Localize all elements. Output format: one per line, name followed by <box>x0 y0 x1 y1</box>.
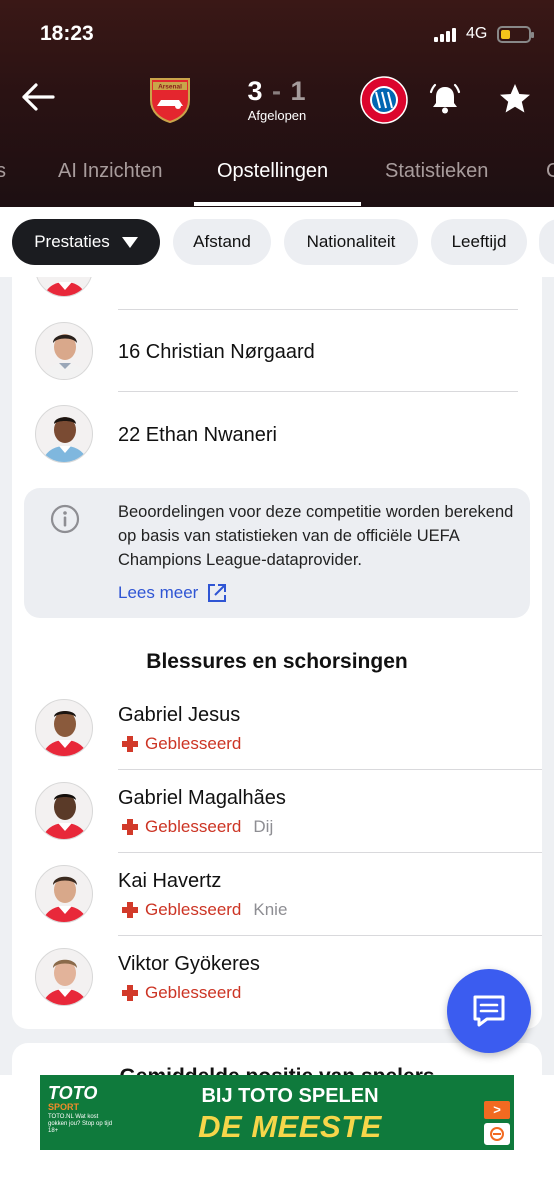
status-bar: 18:23 4G <box>0 20 554 50</box>
filter-more[interactable] <box>539 219 554 265</box>
info-text: Beoordelingen voor deze competitie worde… <box>118 503 514 569</box>
divider <box>118 935 542 936</box>
info-icon <box>50 504 80 534</box>
player-name: 22 Ethan Nwaneri <box>118 424 277 446</box>
player-name: Gabriel Jesus <box>118 704 241 726</box>
arsenal-crest-icon[interactable]: Arsenal <box>148 76 192 124</box>
tab-previous[interactable]: s <box>0 160 6 183</box>
filter-chips: Prestaties Afstand Nationaliteit Leeftij… <box>0 207 554 277</box>
injury-status: Geblesseerd <box>145 734 242 753</box>
medical-cross-icon <box>122 902 138 918</box>
avatar <box>35 782 93 840</box>
signal-icon <box>434 28 456 42</box>
avatar <box>35 948 93 1006</box>
home-score: 3 <box>247 76 264 106</box>
ad-cta-button[interactable]: > <box>484 1101 510 1119</box>
score-separator: - <box>272 76 282 106</box>
tab-bar: s AI Inzichten Opstellingen Statistieken… <box>0 150 554 207</box>
battery-icon <box>497 26 534 43</box>
toto-logo: TOTO SPORT TOTO.NL Wat kost gokken jou? … <box>48 1083 114 1143</box>
network-type: 4G <box>466 25 488 42</box>
injury-reason: Dij <box>253 817 274 836</box>
divider <box>118 391 518 392</box>
injury-status: Geblesseerd <box>145 983 242 1002</box>
player-name: Kai Havertz <box>118 870 222 892</box>
bayern-crest-icon[interactable] <box>360 76 408 124</box>
player-name: Gabriel Magalhães <box>118 787 286 809</box>
filter-nationality[interactable]: Nationaliteit <box>284 219 418 265</box>
avatar <box>35 865 93 923</box>
ad-headline: BIJ TOTO SPELEN <box>201 1085 379 1107</box>
arsenal-crest-label: Arsenal <box>158 84 182 91</box>
external-link-icon <box>208 584 227 602</box>
filter-performance[interactable]: Prestaties <box>12 219 160 265</box>
medical-cross-icon <box>122 985 138 1001</box>
player-name: Viktor Gyökeres <box>118 953 260 975</box>
injury-status: Geblesseerd <box>145 817 242 836</box>
ad-brand: TOTO <box>48 1083 98 1103</box>
ad-small-print: TOTO.NL Wat kost gokken jou? Stop op tij… <box>48 1114 113 1134</box>
filter-performance-label: Prestaties <box>34 232 110 251</box>
tab-lineups[interactable]: Opstellingen <box>217 160 328 183</box>
tab-statistics[interactable]: Statistieken <box>385 160 488 183</box>
divider <box>118 769 542 770</box>
injuries-title: Blessures en schorsingen <box>146 650 408 673</box>
ratings-info-box: Beoordelingen voor deze competitie worde… <box>24 488 530 618</box>
read-more-link[interactable]: Lees meer <box>118 582 228 604</box>
ad-banner-area: TOTO SPORT TOTO.NL Wat kost gokken jou? … <box>0 1075 554 1199</box>
back-arrow-icon[interactable] <box>20 82 56 112</box>
avatar <box>35 277 93 297</box>
tab-next[interactable]: C <box>546 160 554 183</box>
chat-button[interactable] <box>447 969 531 1053</box>
medical-cross-icon <box>122 736 138 752</box>
read-more-label: Lees meer <box>118 583 199 602</box>
filter-age[interactable]: Leeftijd <box>431 219 527 265</box>
favorite-star-icon[interactable] <box>498 82 532 116</box>
lineup-card: 16 Christian Nørgaard 22 Ethan Nwaneri B… <box>12 277 542 1029</box>
scoreline: 3 - 1 <box>236 76 318 107</box>
ad-badge-icon <box>484 1123 510 1145</box>
divider <box>118 309 518 310</box>
ad-banner[interactable]: TOTO SPORT TOTO.NL Wat kost gokken jou? … <box>40 1075 514 1150</box>
medical-cross-icon <box>122 819 138 835</box>
filter-distance[interactable]: Afstand <box>173 219 271 265</box>
match-header: 18:23 4G Arsenal 3 - 1 Afgelopen s AI In… <box>0 0 554 207</box>
injury-status: Geblesseerd <box>145 900 242 919</box>
clock: 18:23 <box>40 22 94 45</box>
injury-reason: Knie <box>253 900 288 919</box>
avatar <box>35 699 93 757</box>
tab-ai-insights[interactable]: AI Inzichten <box>58 160 163 183</box>
match-status: Afgelopen <box>247 108 307 123</box>
dropdown-triangle-icon <box>121 236 138 248</box>
avatar <box>35 405 93 463</box>
notification-bell-icon[interactable] <box>428 82 462 116</box>
active-tab-indicator <box>194 202 361 206</box>
avatar <box>35 322 93 380</box>
player-name: 16 Christian Nørgaard <box>118 341 315 363</box>
divider <box>118 852 542 853</box>
ad-tagline: DE MEESTE SPELERS! <box>198 1109 382 1150</box>
chat-icon <box>473 995 505 1027</box>
away-score: 1 <box>290 76 307 106</box>
